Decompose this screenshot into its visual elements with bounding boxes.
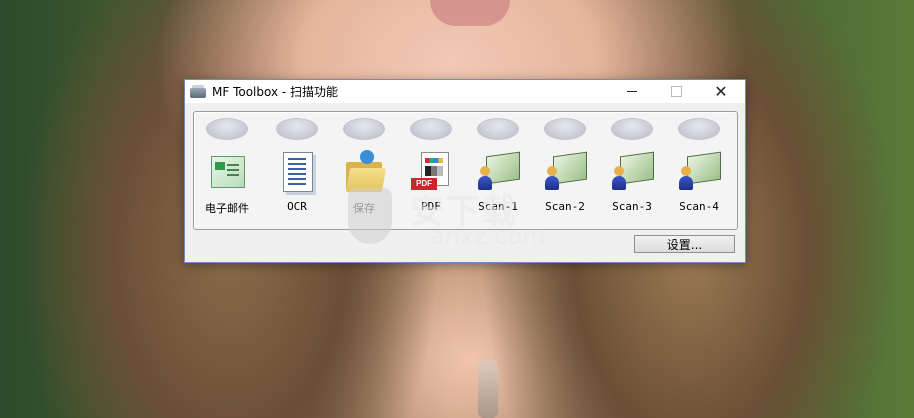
minimize-button[interactable] [609, 80, 655, 103]
pdf-icon: PDF [411, 150, 451, 194]
scan-1-button[interactable]: Scan-1 [467, 118, 529, 218]
ocr-scan-button[interactable]: OCR [266, 118, 328, 218]
button-label: PDF [421, 200, 441, 213]
button-label: OCR [287, 200, 307, 213]
maximize-button[interactable] [653, 80, 699, 103]
pdf-scan-button[interactable]: PDF PDF [400, 118, 462, 218]
email-scan-button[interactable]: 电子邮件 [196, 118, 258, 218]
email-icon [207, 150, 247, 194]
scanner-app-icon [190, 84, 206, 99]
window-title: MF Toolbox - 扫描功能 [212, 85, 339, 99]
button-label: Scan-2 [545, 200, 585, 213]
scan-user-icon [679, 150, 721, 194]
maximize-icon [670, 86, 682, 97]
close-button[interactable]: ✕ [698, 80, 744, 103]
status-indicator [477, 118, 519, 140]
scan-3-button[interactable]: Scan-3 [601, 118, 663, 218]
button-label: Scan-1 [478, 200, 518, 213]
wallpaper-detail-necklace [478, 360, 498, 418]
scan-2-button[interactable]: Scan-2 [534, 118, 596, 218]
button-label: Scan-4 [679, 200, 719, 213]
status-indicator [343, 118, 385, 140]
scan-user-icon [612, 150, 654, 194]
button-label: Scan-3 [612, 200, 652, 213]
save-scan-button[interactable]: 保存 [333, 118, 395, 218]
scan-user-icon [478, 150, 520, 194]
scan-4-button[interactable]: Scan-4 [668, 118, 730, 218]
settings-button[interactable]: 设置... [634, 235, 735, 253]
status-indicator [410, 118, 452, 140]
status-indicator [611, 118, 653, 140]
status-indicator [678, 118, 720, 140]
scan-function-panel: 电子邮件 OCR 保存 PDF PDF Scan-1 Scan-2 Scan-3… [193, 111, 738, 230]
button-label: 电子邮件 [205, 202, 249, 215]
ocr-document-icon [277, 150, 317, 194]
close-icon: ✕ [714, 82, 728, 101]
status-indicator [206, 118, 248, 140]
status-indicator [544, 118, 586, 140]
minimize-icon [627, 91, 637, 92]
scan-user-icon [545, 150, 587, 194]
status-indicator [276, 118, 318, 140]
folder-save-icon [344, 150, 387, 194]
title-bar[interactable]: MF Toolbox - 扫描功能 ✕ [185, 80, 745, 103]
button-label: 保存 [353, 202, 375, 215]
mf-toolbox-window: MF Toolbox - 扫描功能 ✕ 电子邮件 OCR 保存 PDF PDF … [184, 79, 746, 263]
